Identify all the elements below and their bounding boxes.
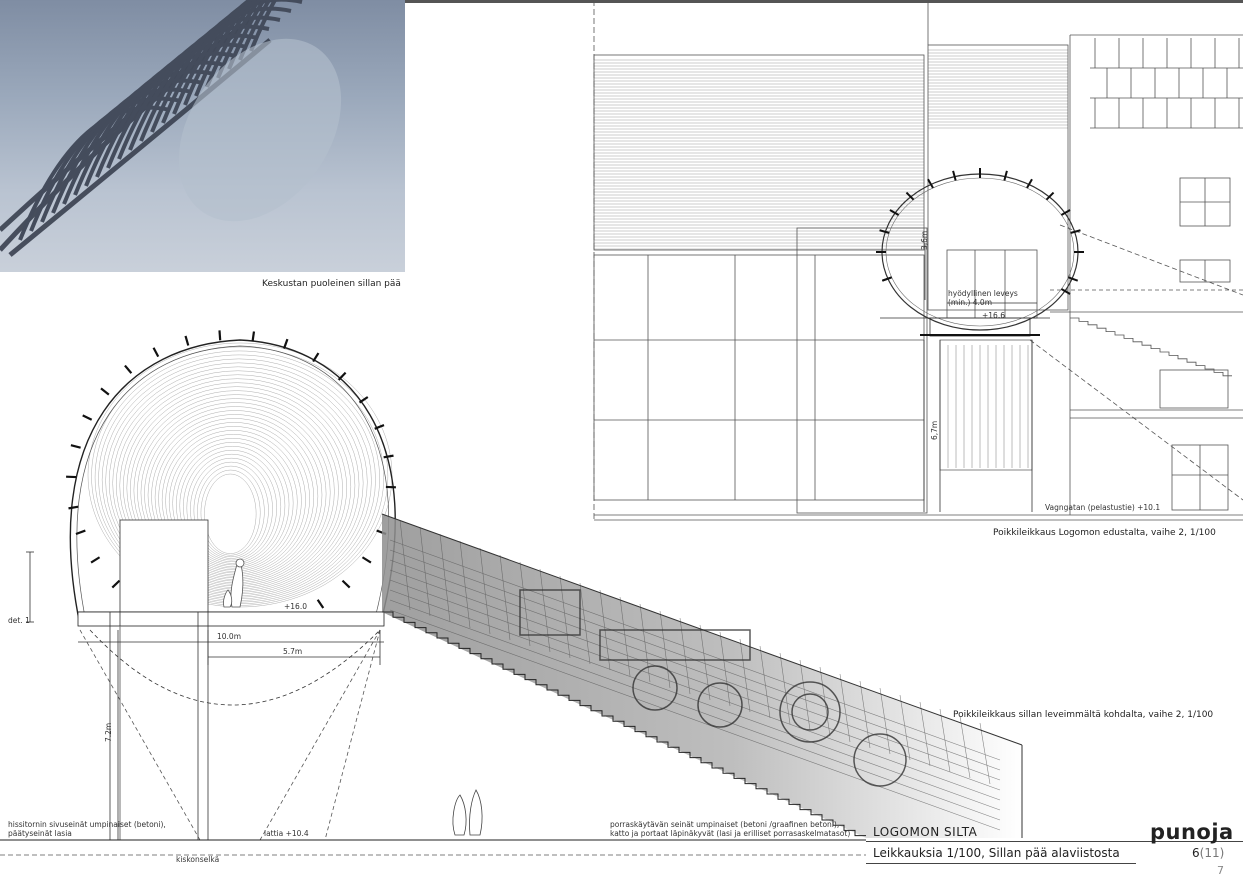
ground-level-label: lattia +10.4 [264,829,309,838]
track-label: kiskonselkä [176,855,220,864]
section-height-label: 7.2m [104,722,113,742]
brand-name: punoja [1150,820,1234,844]
width-half-label: 5.7m [283,647,303,656]
sheet-number: 7 [1217,864,1224,877]
stairwell-wall-note: porraskäytävän seinät umpinaiset (betoni… [610,820,851,838]
elevation-level-label: +16.6 [982,311,1005,320]
page-number: 6(11) [1192,846,1224,860]
street-label: Vagngatan (pelastustie) +10.1 [1045,503,1161,512]
elevation-height-label: 6,7m [930,420,939,440]
staircase-band [381,513,1023,838]
section-caption: Poikkileikkaus sillan leveimmältä kohdal… [953,710,1214,720]
subtitle-divider [866,863,1136,864]
project-title: LOGOMON SILTA [873,825,978,839]
detail-label: det. 1 [8,616,30,625]
width-total-label: 10.0m [217,632,242,641]
deck-level-label: +16.0 [284,602,307,611]
page-current: 6 [1192,846,1200,860]
title-block: LOGOMON SILTA punoja Leikkauksia 1/100, … [866,820,1243,881]
elevation-small-height-label: 3,6m [920,230,929,250]
page-total: (11) [1199,846,1225,860]
elevation-caption: Poikkileikkaus Logomon edustalta, vaihe … [993,528,1216,538]
sheet-subtitle: Leikkauksia 1/100, Sillan pää alaviistos… [873,846,1120,860]
elevator-wall-note: hissitornin sivuseinät umpinaiset (beton… [8,820,166,838]
clear-width-label: hyödyllinen leveys (min.) 4.0m [948,289,1018,307]
elevation-drawing [593,0,1243,521]
section-drawings [0,0,1243,856]
